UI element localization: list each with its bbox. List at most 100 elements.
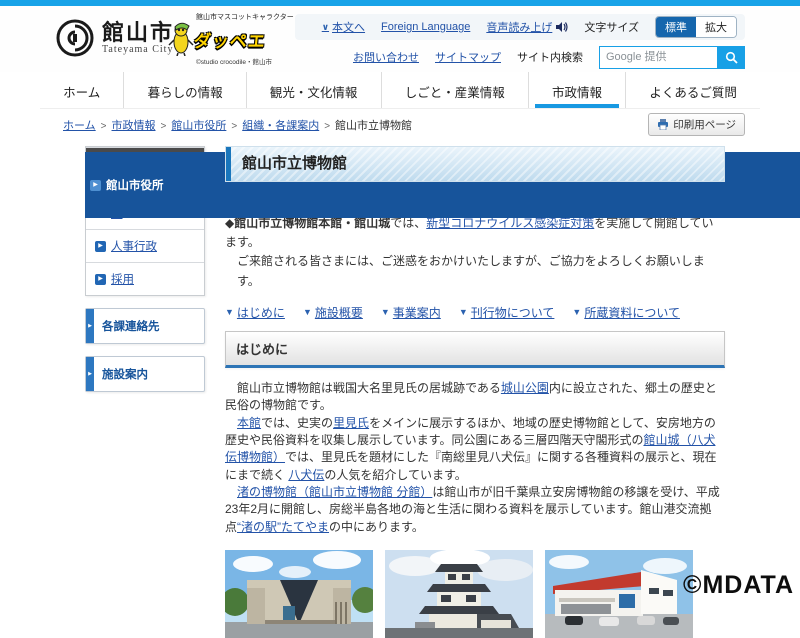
text-run: 館山市立博物館は戦国大名里見氏の居城跡である xyxy=(225,381,501,395)
anchor-link-所蔵資料について[interactable]: ▼所蔵資料について xyxy=(572,304,680,321)
site-search-label: サイト内検索 xyxy=(517,49,583,65)
breadcrumb-separator: > xyxy=(101,121,107,132)
anchor-link-label: 刊行物について xyxy=(471,304,555,321)
nav-item-市政情報[interactable]: 市政情報 xyxy=(528,72,625,108)
speaker-icon xyxy=(555,21,568,33)
mascot-name: ダッペエ xyxy=(193,27,268,52)
arrow-right-icon: ▶ xyxy=(86,357,94,391)
anchor-links: ▼はじめに▼施設概要▼事業案内▼刊行物について▼所蔵資料について xyxy=(225,304,725,321)
mascot-character-icon xyxy=(168,22,194,56)
mascot-caption: 館山市マスコットキャラクター xyxy=(196,12,298,22)
text-link[interactable]: 新型コロナウイルス感染症対策 xyxy=(426,216,594,230)
paragraph: 館山市立博物館は戦国大名里見氏の居城跡である城山公園内に設立された、郷土の歴史と… xyxy=(225,380,725,415)
sidebar: ▶館山市役所▶組織・各課案内▶公共施設のご案内▶人事行政▶採用 ▶各課連絡先▶施… xyxy=(85,146,205,638)
font-size-label: 文字サイズ xyxy=(584,19,639,35)
font-size-standard-button[interactable]: 標準 xyxy=(656,17,696,37)
text-link[interactable]: 里見氏 xyxy=(333,416,369,430)
arrow-right-icon: ▶ xyxy=(95,241,106,252)
sidebar-item-label: 人事行政 xyxy=(111,238,157,254)
breadcrumb-link[interactable]: 市政情報 xyxy=(112,120,156,132)
photo-row xyxy=(225,550,725,638)
body-paragraphs: 館山市立博物館は戦国大名里見氏の居城跡である城山公園内に設立された、郷土の歴史と… xyxy=(225,380,725,537)
sidebar-item-人事行政[interactable]: ▶ 人事行政 xyxy=(86,229,204,262)
triangle-down-icon: ▼ xyxy=(459,307,468,317)
anchor-link-刊行物について[interactable]: ▼刊行物について xyxy=(459,304,555,321)
nagisa-no-eki-photo xyxy=(545,550,693,638)
notice: ◆館山市立博物館本館・館山城では、新型コロナウイルス感染症対策を実施して開館して… xyxy=(225,214,725,291)
font-size-toggle: 標準 拡大 xyxy=(655,16,737,38)
read-aloud-link[interactable]: 音声読み上げ xyxy=(486,19,568,35)
sidebar-item-label: 館山市役所 xyxy=(106,177,164,193)
sidebar-item-採用[interactable]: ▶採用 xyxy=(86,262,204,295)
nav-item-ホーム[interactable]: ホーム xyxy=(40,72,123,108)
page-title: 館山市立博物館 xyxy=(225,146,725,182)
triangle-down-icon: ▼ xyxy=(225,307,234,317)
breadcrumb-separator: > xyxy=(231,121,237,132)
site-search-input[interactable] xyxy=(599,46,717,69)
triangle-down-icon: ▼ xyxy=(303,307,312,317)
printer-icon xyxy=(657,119,669,130)
anchor-link-label: はじめに xyxy=(237,304,285,321)
text-link[interactable]: 城山公園 xyxy=(501,381,549,395)
main-museum-photo xyxy=(225,550,373,638)
anchor-link-施設概要[interactable]: ▼施設概要 xyxy=(303,304,363,321)
anchor-link-はじめに[interactable]: ▼はじめに xyxy=(225,304,285,321)
sidebar-box-各課連絡先[interactable]: ▶各課連絡先 xyxy=(85,308,205,344)
anchor-link-label: 所蔵資料について xyxy=(584,304,680,321)
text-link[interactable]: 本館 xyxy=(237,416,261,430)
breadcrumb-link[interactable]: ホーム xyxy=(63,120,96,132)
city-name: 館山市 xyxy=(102,21,174,44)
utility-links: ∨ 本文へ Foreign Language 音声読み上げ 文字サイズ 標準 拡… xyxy=(295,14,745,70)
city-emblem-icon xyxy=(55,18,95,58)
foreign-language-link[interactable]: Foreign Language xyxy=(381,21,470,33)
sitemap-link[interactable]: サイトマップ xyxy=(435,49,501,65)
anchor-link-label: 施設概要 xyxy=(315,304,363,321)
content-area: ▶館山市役所▶組織・各課案内▶公共施設のご案内▶人事行政▶採用 ▶各課連絡先▶施… xyxy=(85,146,725,638)
anchor-link-事業案内[interactable]: ▼事業案内 xyxy=(381,304,441,321)
sidebar-boxes: ▶各課連絡先 ▶ 施設案内 xyxy=(85,308,205,392)
city-name-en: Tateyama City xyxy=(102,44,174,55)
paragraph: 本館では、史実の里見氏をメインに展示するほか、地域の歴史博物館として、安房地方の… xyxy=(225,415,725,485)
main-nav: ホーム暮らしの情報観光・文化情報しごと・産業情報市政情報よくあるご質問 xyxy=(40,72,760,109)
font-size-large-button[interactable]: 拡大 xyxy=(696,17,736,37)
main-column: 館山市立博物館 最終更新日：令和7年11月14日 ◆館山市立博物館本館・館山城で… xyxy=(225,146,725,638)
sidebar-box-label: 各課連絡先 xyxy=(102,321,160,333)
breadcrumb-current: 館山市立博物館 xyxy=(335,120,412,132)
breadcrumb-link[interactable]: 組織・各課案内 xyxy=(242,120,319,132)
paragraph: 渚の博物館（館山市立博物館 分館）は館山市が旧千葉県立安房博物館の移譲を受け、平… xyxy=(225,484,725,536)
mascot-block: 館山市マスコットキャラクター ダッペエ ©studio crocodile・館山… xyxy=(168,12,298,66)
text-run: の人気を紹介しています。 xyxy=(324,468,466,482)
breadcrumb-bar: ホーム > 市政情報 > 館山市役所 > 組織・各課案内 > 館山市立博物館 印刷用ページ xyxy=(63,113,745,139)
search-button[interactable] xyxy=(717,46,745,69)
nav-item-観光・文化情報[interactable]: 観光・文化情報 xyxy=(246,72,381,108)
tateyama-castle-photo xyxy=(385,550,533,638)
city-logo[interactable]: 館山市 Tateyama City xyxy=(55,18,174,58)
text-run xyxy=(225,416,237,430)
nav-item-よくあるご質問[interactable]: よくあるご質問 xyxy=(625,72,760,108)
anchor-link-label: 事業案内 xyxy=(393,304,441,321)
breadcrumb-separator: > xyxy=(161,121,167,132)
text-link[interactable]: 渚の博物館（館山市立博物館 分館） xyxy=(237,485,432,499)
breadcrumb-separator: > xyxy=(324,121,330,132)
text-link[interactable]: “渚の駅”たてやま xyxy=(237,520,329,534)
page: 館山市 Tateyama City 館山市マスコットキャラクター ダッペエ xyxy=(0,0,800,600)
to-content-link[interactable]: ∨ 本文へ xyxy=(322,19,365,35)
contact-link[interactable]: お問い合わせ xyxy=(353,49,419,65)
arrow-right-icon: ▶ xyxy=(90,180,101,191)
breadcrumb-link[interactable]: 館山市役所 xyxy=(171,120,226,132)
print-page-button[interactable]: 印刷用ページ xyxy=(648,113,745,136)
text-run: では、 xyxy=(390,216,426,230)
text-link[interactable]: 八犬伝 xyxy=(288,468,324,482)
notice-line: ◆館山市立博物館本館・館山城では、新型コロナウイルス感染症対策を実施して開館して… xyxy=(225,214,725,252)
triangle-down-icon: ▼ xyxy=(572,307,581,317)
mascot-credit: ©studio crocodile・館山市 xyxy=(196,56,298,66)
sidebar-box-施設案内[interactable]: ▶ 施設案内 xyxy=(85,356,205,392)
nav-item-暮らしの情報[interactable]: 暮らしの情報 xyxy=(123,72,245,108)
text-run: では、史実の xyxy=(261,416,333,430)
text-run: ご来館される皆さまには、ご迷惑をおかけいたしますが、ご協力をよろしくお願いします… xyxy=(237,254,705,287)
sidebar-item-label: 採用 xyxy=(111,271,134,287)
sidebar-box-label: 施設案内 xyxy=(102,369,148,381)
nav-item-しごと・産業情報[interactable]: しごと・産業情報 xyxy=(381,72,528,108)
site-header: 館山市 Tateyama City 館山市マスコットキャラクター ダッペエ xyxy=(0,6,800,72)
triangle-down-icon: ▼ xyxy=(381,307,390,317)
